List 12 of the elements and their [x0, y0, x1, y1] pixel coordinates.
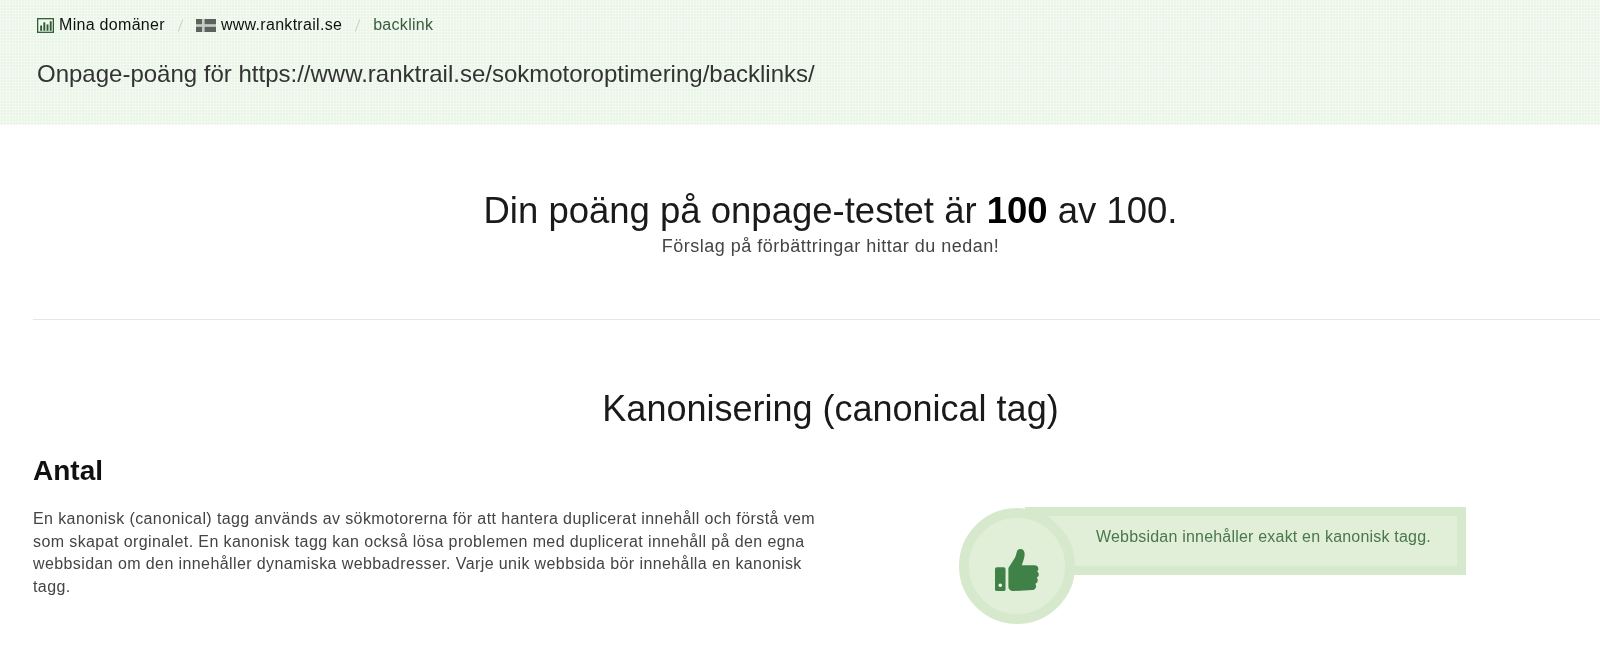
- check-description: En kanonisk (canonical) tagg används av sökmotorerna för att hantera duplicerat innehåll och förstå vem som skapat orginalet. En kanonisk tagg kan också lösa problemen med duplicerat innehåll på den egna webbsidan om den innehåller dynamiska webbadresser. Varje unik webbsida bör innehålla en kanonisk tagg.: [33, 509, 817, 597]
- check-heading: Antal: [33, 454, 103, 488]
- flag-icon: [195, 18, 216, 32]
- breadcrumb-link[interactable]: www.ranktrail.se: [195, 16, 343, 34]
- bar-chart-icon: [37, 17, 54, 33]
- page-title: Onpage-poäng för https://www.ranktrail.se/sokmotoroptimering/backlinks/: [37, 60, 815, 88]
- section-title: Kanonisering (canonical tag): [601, 388, 1060, 430]
- score-subtitle: Förslag på förbättringar hittar du nedan!: [660, 235, 1001, 257]
- breadcrumb-link[interactable]: Mina domäner: [37, 16, 165, 34]
- breadcrumb-link[interactable]: backlink: [373, 16, 434, 34]
- thumbs-up-icon: [994, 548, 1040, 592]
- score-heading: Din poäng på onpage-testet är 100 av 100.: [482, 189, 1179, 233]
